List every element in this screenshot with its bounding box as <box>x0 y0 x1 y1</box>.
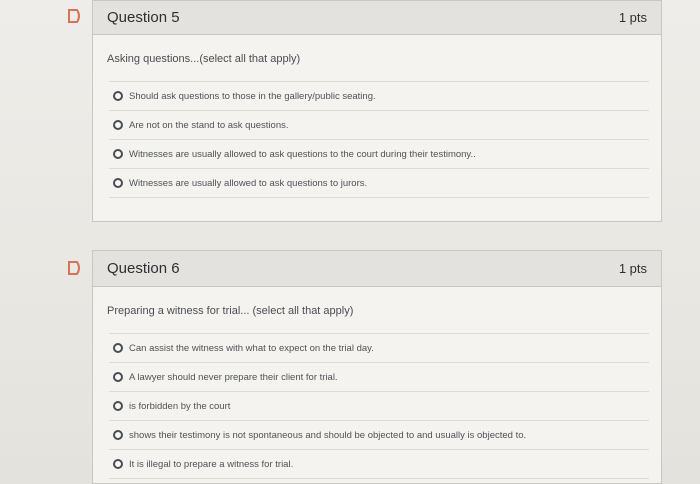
radio-button[interactable] <box>113 459 123 469</box>
answer-label: Witnesses are usually allowed to ask que… <box>129 148 476 160</box>
flag-icon[interactable] <box>67 9 83 23</box>
question-5-points: 1 pts <box>618 10 647 25</box>
question-5-header: Question 5 1 pts <box>93 1 661 35</box>
question-6-title: Question 6 <box>107 260 180 277</box>
question-6-body: Preparing a witness for trial... (select… <box>93 287 661 484</box>
quiz-page: Question 5 1 pts Asking questions...(sel… <box>0 0 700 484</box>
answer-label: shows their testimony is not spontaneous… <box>129 429 527 441</box>
answer-option[interactable]: Are not on the stand to ask questions. <box>109 110 649 139</box>
answer-label: Should ask questions to those in the gal… <box>129 90 376 102</box>
answer-label: Can assist the witness with what to expe… <box>129 342 374 354</box>
question-6-panel: Question 6 1 pts Preparing a witness for… <box>92 250 662 484</box>
answer-option[interactable]: Witnesses are usually allowed to ask que… <box>109 139 649 168</box>
question-5-body: Asking questions...(select all that appl… <box>93 35 661 208</box>
radio-button[interactable] <box>113 372 123 382</box>
radio-button[interactable] <box>113 401 123 411</box>
answer-option[interactable]: Witnesses are usually allowed to ask que… <box>109 168 649 198</box>
answer-label: is forbidden by the court <box>129 400 231 412</box>
question-5-prompt: Asking questions...(select all that appl… <box>107 53 301 65</box>
question-6-points: 1 pts <box>618 261 647 276</box>
answer-label: It is illegal to prepare a witness for t… <box>129 458 294 470</box>
question-5-title: Question 5 <box>107 9 180 26</box>
radio-button[interactable] <box>113 178 123 188</box>
question-5-panel: Question 5 1 pts Asking questions...(sel… <box>92 0 662 222</box>
answer-option[interactable]: It is illegal to prepare a witness for t… <box>109 449 649 479</box>
answer-option[interactable]: shows their testimony is not spontaneous… <box>109 420 649 449</box>
answer-label: A lawyer should never prepare their clie… <box>129 371 338 383</box>
radio-button[interactable] <box>113 343 123 353</box>
question-6-prompt: Preparing a witness for trial... (select… <box>107 305 354 317</box>
radio-button[interactable] <box>113 120 123 130</box>
flag-icon[interactable] <box>67 261 83 275</box>
answer-option[interactable]: Can assist the witness with what to expe… <box>109 333 649 362</box>
radio-button[interactable] <box>113 149 123 159</box>
answer-option[interactable]: Should ask questions to those in the gal… <box>109 81 649 110</box>
answer-option[interactable]: is forbidden by the court <box>109 391 649 420</box>
question-6-answers: Can assist the witness with what to expe… <box>109 333 649 479</box>
question-5-answers: Should ask questions to those in the gal… <box>109 81 649 198</box>
answer-label: Witnesses are usually allowed to ask que… <box>129 177 368 189</box>
question-6-header: Question 6 1 pts <box>93 251 661 287</box>
radio-button[interactable] <box>113 430 123 440</box>
radio-button[interactable] <box>113 91 123 101</box>
answer-label: Are not on the stand to ask questions. <box>129 119 289 131</box>
answer-option[interactable]: A lawyer should never prepare their clie… <box>109 362 649 391</box>
